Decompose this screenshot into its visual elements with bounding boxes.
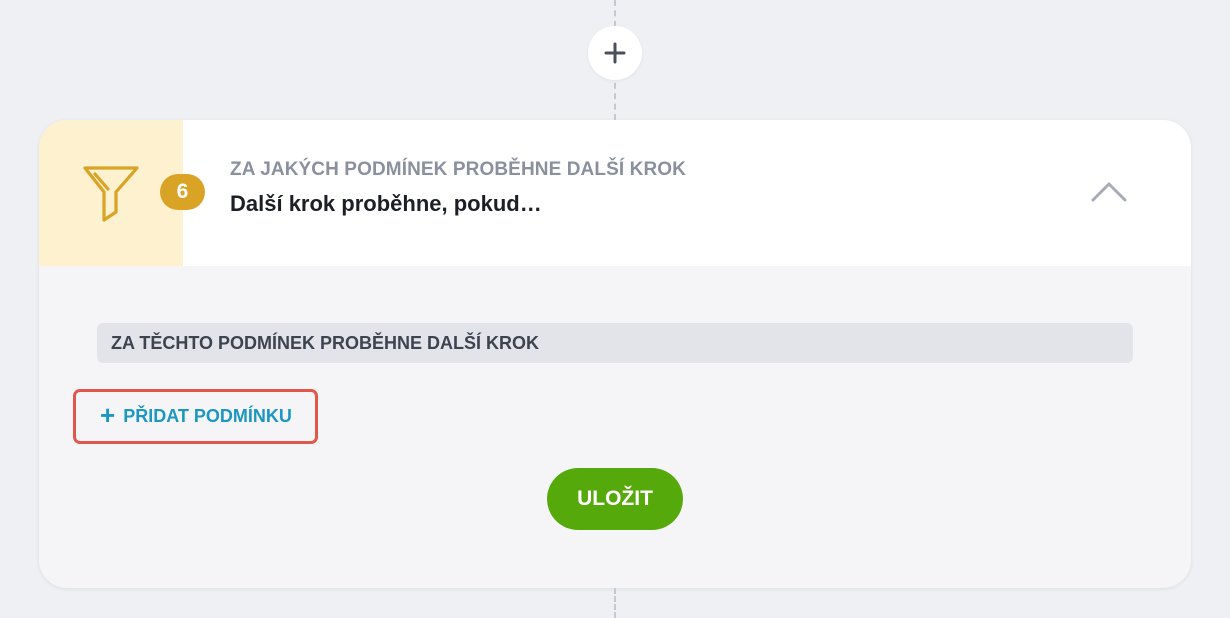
plus-icon [604, 42, 626, 64]
step-card: 6 ZA JAKÝCH PODMÍNEK PROBĚHNE DALŠÍ KROK… [39, 120, 1191, 588]
step-number-badge: 6 [160, 174, 205, 210]
step-title: Další krok proběhne, pokud… [230, 191, 542, 216]
collapse-button[interactable] [1090, 178, 1128, 209]
add-condition-label: PŘIDAT PODMÍNKU [123, 406, 292, 426]
flow-connector-bottom [614, 588, 616, 618]
plus-icon: + [100, 400, 116, 430]
chevron-up-icon [1090, 182, 1128, 208]
step-card-header[interactable]: 6 ZA JAKÝCH PODMÍNEK PROBĚHNE DALŠÍ KROK… [39, 120, 1191, 266]
save-button[interactable]: ULOŽIT [547, 468, 683, 530]
filter-icon [83, 164, 139, 227]
add-condition-button[interactable]: + PŘIDAT PODMÍNKU [73, 389, 318, 444]
conditions-section-header: ZA TĚCHTO PODMÍNEK PROBĚHNE DALŠÍ KROK [97, 323, 1133, 363]
add-step-button[interactable] [588, 26, 642, 80]
step-subtitle: ZA JAKÝCH PODMÍNEK PROBĚHNE DALŠÍ KROK [230, 159, 686, 180]
conditions-section-label: ZA TĚCHTO PODMÍNEK PROBĚHNE DALŠÍ KROK [111, 332, 540, 353]
